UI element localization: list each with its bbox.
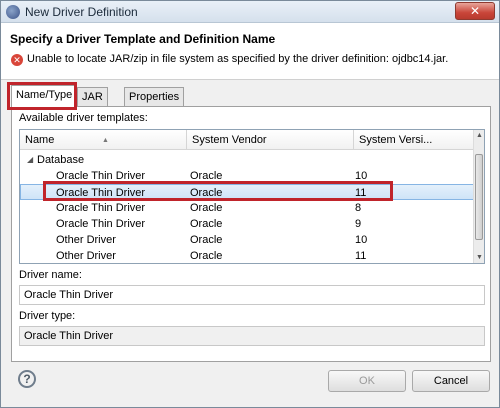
cell-vendor: Oracle bbox=[190, 202, 223, 214]
scroll-up-arrow-icon[interactable]: ▲ bbox=[474, 130, 484, 141]
table-row-selected[interactable]: Oracle Thin Driver Oracle 11 bbox=[20, 184, 474, 200]
cell-vendor: Oracle bbox=[190, 234, 223, 246]
driver-type-field: Oracle Thin Driver bbox=[19, 326, 485, 346]
collapse-arrow-icon[interactable]: ◢ bbox=[27, 152, 33, 168]
cell-version: 11 bbox=[355, 250, 367, 262]
tab-jar-list[interactable]: JAR List bbox=[77, 87, 108, 121]
cell-vendor: Oracle bbox=[190, 250, 223, 262]
driver-name-input[interactable]: Oracle Thin Driver bbox=[19, 285, 485, 305]
group-label: Database bbox=[37, 154, 85, 166]
ok-button[interactable]: OK bbox=[328, 370, 406, 392]
column-name-label: Name bbox=[25, 134, 55, 146]
cell-vendor: Oracle bbox=[190, 187, 223, 199]
cell-name: Other Driver bbox=[56, 250, 116, 262]
column-header-version[interactable]: System Versi... bbox=[354, 130, 474, 150]
tree-group-database[interactable]: ◢ Database bbox=[20, 152, 474, 168]
tab-properties[interactable]: Properties bbox=[124, 87, 185, 107]
table-row[interactable]: Other Driver Oracle 10 bbox=[20, 232, 474, 248]
eclipse-app-icon bbox=[6, 5, 20, 19]
cell-version: 10 bbox=[355, 234, 368, 246]
dialog-window: New Driver Definition ✕ Specify a Driver… bbox=[0, 0, 500, 408]
title-bar: New Driver Definition ✕ bbox=[1, 1, 499, 23]
cell-name: Oracle Thin Driver bbox=[56, 218, 146, 230]
close-icon[interactable]: ✕ bbox=[455, 2, 495, 20]
table-header: Name ▲ System Vendor System Versi... bbox=[20, 130, 474, 150]
table-row[interactable]: Oracle Thin Driver Oracle 8 bbox=[20, 200, 474, 216]
tab-name-type[interactable]: Name/Type bbox=[11, 85, 78, 107]
error-message: Unable to locate JAR/zip in file system … bbox=[27, 53, 449, 65]
scroll-down-arrow-icon[interactable]: ▼ bbox=[474, 252, 484, 263]
window-title: New Driver Definition bbox=[25, 5, 138, 19]
table-row[interactable]: Other Driver Oracle 11 bbox=[20, 248, 474, 263]
help-icon[interactable]: ? bbox=[18, 370, 36, 388]
sort-ascending-icon: ▲ bbox=[102, 137, 109, 144]
driver-name-label: Driver name: bbox=[19, 269, 82, 281]
page-title: Specify a Driver Template and Definition… bbox=[10, 32, 276, 46]
cell-vendor: Oracle bbox=[190, 170, 223, 182]
cell-vendor: Oracle bbox=[190, 218, 223, 230]
dialog-header: Specify a Driver Template and Definition… bbox=[1, 23, 499, 80]
cell-version: 9 bbox=[355, 218, 362, 230]
table-row[interactable]: Oracle Thin Driver Oracle 10 bbox=[20, 168, 474, 184]
scroll-thumb[interactable] bbox=[475, 154, 483, 240]
driver-templates-table[interactable]: Name ▲ System Vendor System Versi... ◢ D… bbox=[19, 129, 485, 264]
column-header-name[interactable]: Name ▲ bbox=[20, 130, 187, 150]
templates-label: Available driver templates: bbox=[19, 112, 148, 124]
error-icon: ✕ bbox=[11, 54, 23, 66]
cell-version: 10 bbox=[355, 170, 368, 182]
cell-version: 11 bbox=[355, 187, 367, 199]
vertical-scrollbar[interactable]: ▲ ▼ bbox=[473, 130, 484, 263]
cell-name: Oracle Thin Driver bbox=[56, 187, 146, 199]
driver-type-label: Driver type: bbox=[19, 310, 76, 322]
cell-name: Other Driver bbox=[56, 234, 116, 246]
column-header-vendor[interactable]: System Vendor bbox=[187, 130, 354, 150]
tab-panel-name-type: Available driver templates: Name ▲ Syste… bbox=[11, 106, 491, 362]
table-row[interactable]: Oracle Thin Driver Oracle 9 bbox=[20, 216, 474, 232]
cell-name: Oracle Thin Driver bbox=[56, 202, 146, 214]
cancel-button[interactable]: Cancel bbox=[412, 370, 490, 392]
cell-name: Oracle Thin Driver bbox=[56, 170, 146, 182]
cell-version: 8 bbox=[355, 202, 362, 214]
